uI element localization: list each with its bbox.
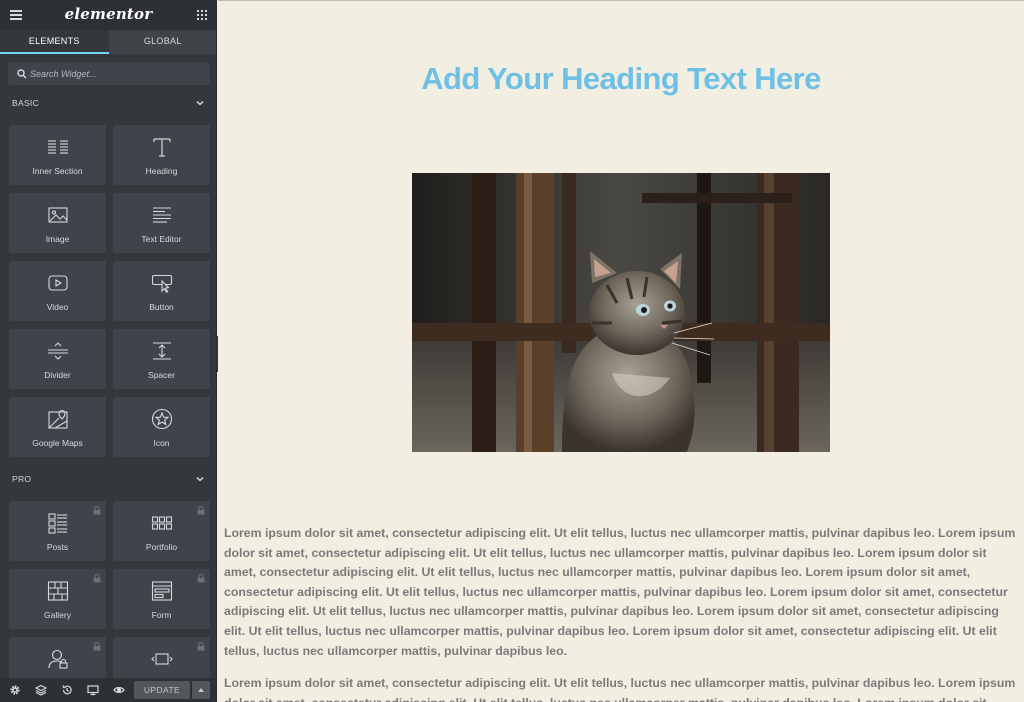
- panel-footer: UPDATE: [0, 678, 216, 702]
- widget-label: Spacer: [148, 370, 175, 380]
- caret-up-icon: [198, 688, 204, 692]
- inner-section-icon: [47, 140, 68, 154]
- image-icon: [47, 207, 68, 223]
- widget-label: Heading: [145, 166, 178, 176]
- elementor-logo: elementor: [64, 5, 153, 23]
- search-icon: [17, 69, 27, 79]
- spacer-icon: [152, 342, 171, 360]
- paragraph-text-2[interactable]: Lorem ipsum dolor sit amet, consectetur …: [224, 674, 1019, 702]
- video-icon: [47, 275, 68, 291]
- star-icon: [151, 408, 172, 430]
- panel-tabs: ELEMENTS GLOBAL: [0, 30, 217, 54]
- widget-label: Text Editor: [141, 234, 182, 244]
- widget-image[interactable]: Image: [9, 193, 106, 253]
- tab-elements[interactable]: ELEMENTS: [0, 30, 109, 54]
- responsive-mode-icon[interactable]: [87, 684, 99, 696]
- search-widget-input[interactable]: [30, 62, 205, 85]
- widget-button[interactable]: Button: [113, 261, 210, 321]
- widgets-grid-icon[interactable]: [197, 10, 207, 20]
- text-editor-icon: [152, 207, 171, 223]
- history-icon[interactable]: [61, 684, 73, 696]
- kitten-photo[interactable]: [412, 173, 830, 452]
- widget-label: Google Maps: [32, 438, 83, 448]
- layers-icon[interactable]: [35, 684, 47, 696]
- widget-form[interactable]: Form: [113, 569, 210, 629]
- widget-label: Divider: [44, 370, 71, 380]
- portfolio-icon: [151, 516, 172, 530]
- widget-label: Portfolio: [145, 542, 178, 552]
- widget-inner-section[interactable]: Inner Section: [9, 125, 106, 185]
- widget-label: Form: [151, 610, 172, 620]
- gear-icon[interactable]: [9, 684, 21, 696]
- widget-label: Gallery: [44, 610, 71, 620]
- widget-text-editor[interactable]: Text Editor: [113, 193, 210, 253]
- button-icon: [151, 274, 172, 293]
- widget-video[interactable]: Video: [9, 261, 106, 321]
- widget-divider[interactable]: Divider: [9, 329, 106, 389]
- divider-icon: [47, 342, 68, 360]
- widget-portfolio[interactable]: Portfolio: [113, 501, 210, 561]
- heading-icon: [152, 138, 171, 157]
- widget-icon[interactable]: Icon: [113, 397, 210, 457]
- slides-icon: [150, 653, 173, 665]
- widget-label: Icon: [153, 438, 170, 448]
- posts-icon: [47, 513, 67, 534]
- section-title-pro[interactable]: PRO: [12, 474, 31, 484]
- widget-posts[interactable]: Posts: [9, 501, 106, 561]
- gallery-icon: [47, 581, 68, 601]
- update-button[interactable]: UPDATE: [134, 681, 190, 699]
- widget-gallery[interactable]: Gallery: [9, 569, 106, 629]
- section-title-basic[interactable]: BASIC: [12, 98, 39, 108]
- widget-label: Inner Section: [32, 166, 83, 176]
- tab-global[interactable]: GLOBAL: [109, 30, 217, 54]
- widget-spacer[interactable]: Spacer: [113, 329, 210, 389]
- elementor-panel: elementor ELEMENTS GLOBAL BASIC Inner Se…: [0, 0, 217, 702]
- editor-canvas: Add Your Heading Text Here Lorem ipsum d…: [218, 0, 1024, 702]
- chevron-down-icon[interactable]: [196, 99, 204, 107]
- widget-google-maps[interactable]: Google Maps: [9, 397, 106, 457]
- page-heading[interactable]: Add Your Heading Text Here: [218, 61, 1024, 97]
- kitten-photo-illustration: [412, 173, 830, 452]
- widget-label: Button: [149, 302, 174, 312]
- widget-label: Image: [45, 234, 70, 244]
- widget-search: [8, 62, 210, 85]
- preview-eye-icon[interactable]: [113, 684, 125, 696]
- chevron-down-icon[interactable]: [196, 475, 204, 483]
- login-icon: [47, 649, 68, 669]
- widget-label: Video: [46, 302, 69, 312]
- widget-heading[interactable]: Heading: [113, 125, 210, 185]
- widget-label: Posts: [46, 542, 69, 552]
- form-icon: [151, 581, 172, 601]
- update-options-button[interactable]: [192, 681, 210, 699]
- panel-header: elementor: [0, 0, 216, 30]
- paragraph-text-1[interactable]: Lorem ipsum dolor sit amet, consectetur …: [224, 524, 1019, 661]
- google-maps-icon: [47, 409, 68, 429]
